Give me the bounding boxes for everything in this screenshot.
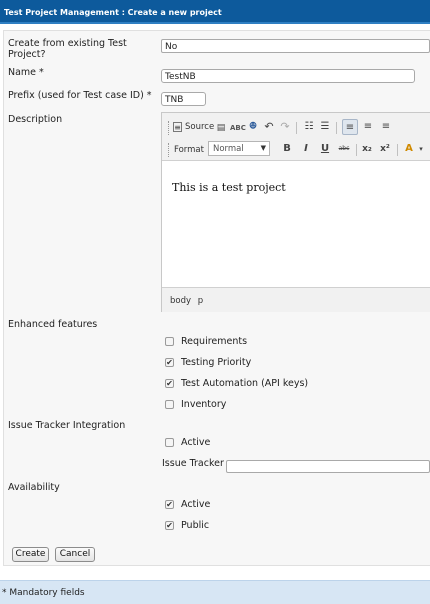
strikethrough-icon[interactable]: abc (338, 143, 350, 155)
create-from-existing-label: Create from existing Test Project? (8, 38, 127, 60)
description-label: Description (8, 114, 63, 125)
requirements-label: Requirements (181, 336, 248, 347)
test-automation-label: Test Automation (API keys) (181, 378, 309, 389)
format-select[interactable]: Normal ▼ (208, 141, 270, 156)
prefix-label: Prefix (used for Test case ID) * (8, 90, 152, 101)
availability-active-checkbox[interactable]: ✔ (165, 500, 174, 509)
inventory-label: Inventory (181, 399, 227, 410)
path-p[interactable]: p (198, 296, 203, 306)
editor-content-text: This is a test project (172, 181, 286, 194)
numbered-list-icon[interactable]: ☷ (303, 121, 315, 133)
issue-tracker-active-checkbox[interactable] (165, 438, 174, 447)
italic-icon[interactable]: I (300, 143, 312, 155)
format-select-value: Normal (213, 144, 244, 154)
create-button[interactable]: Create (12, 547, 49, 562)
toolbar-separator (356, 144, 357, 156)
issue-tracker-label: Issue Tracker (162, 458, 224, 469)
bold-icon[interactable]: B (281, 143, 293, 155)
name-label: Name * (8, 67, 44, 78)
inventory-checkbox[interactable] (165, 400, 174, 409)
issue-tracker-integration-label: Issue Tracker Integration (8, 420, 126, 431)
issue-tracker-select[interactable] (226, 460, 430, 473)
requirements-checkbox[interactable] (165, 337, 174, 346)
align-center-icon[interactable]: ≡ (362, 121, 374, 133)
chevron-down-icon: ▼ (260, 144, 266, 152)
underline-icon[interactable]: U (319, 143, 331, 155)
superscript-icon[interactable]: x² (379, 143, 391, 155)
toolbar-handle (168, 143, 170, 157)
availability-public-checkbox[interactable]: ✔ (165, 521, 174, 530)
editor-content[interactable]: This is a test project (162, 161, 430, 287)
toolbar-separator (397, 144, 398, 156)
test-automation-checkbox[interactable]: ✔ (165, 379, 174, 388)
create-from-existing-label-line2: Project? (8, 49, 46, 60)
mandatory-fields-note: * Mandatory fields (0, 580, 430, 604)
testing-priority-label: Testing Priority (181, 357, 252, 368)
spellcheck-icon[interactable]: ABC (230, 122, 246, 134)
testing-priority-checkbox[interactable]: ✔ (165, 358, 174, 367)
editor-path-bar: body p (162, 287, 430, 312)
align-left-icon[interactable]: ≡ (342, 119, 358, 135)
create-from-existing-select[interactable]: No (161, 39, 430, 53)
source-button[interactable]: Source (185, 122, 214, 132)
source-icon[interactable]: ≡ (173, 122, 182, 132)
enhanced-features-label: Enhanced features (8, 319, 98, 330)
undo-icon[interactable]: ↶ (263, 121, 275, 133)
align-right-icon[interactable]: ≡ (380, 121, 392, 133)
bulleted-list-icon[interactable]: ☰ (319, 121, 331, 133)
name-input[interactable]: TestNB (161, 69, 415, 83)
subscript-icon[interactable]: x₂ (361, 143, 373, 155)
paste-text-icon[interactable]: ▤ (215, 122, 227, 134)
text-color-icon[interactable]: A (403, 143, 415, 155)
issue-tracker-active-label: Active (181, 437, 211, 448)
path-body[interactable]: body (170, 296, 191, 306)
toolbar-separator (336, 122, 337, 134)
prefix-input[interactable]: TNB (161, 92, 206, 106)
availability-public-label: Public (181, 520, 210, 531)
cancel-button[interactable]: Cancel (55, 547, 95, 562)
create-from-existing-label-line1: Create from existing Test (8, 38, 127, 49)
find-icon[interactable]: ꔮ (247, 121, 259, 133)
toolbar-separator (296, 122, 297, 134)
toolbar-handle (168, 121, 170, 135)
availability-active-label: Active (181, 499, 211, 510)
description-editor: ≡ Source ▤ ABC ꔮ ↶ ↷ ☷ ☰ ≡ ≡ ≡ Format No… (161, 112, 430, 312)
page-title: Test Project Management : Create a new p… (0, 0, 430, 24)
chevron-down-icon[interactable]: ▾ (415, 143, 427, 155)
editor-toolbar: ≡ Source ▤ ABC ꔮ ↶ ↷ ☷ ☰ ≡ ≡ ≡ Format No… (162, 113, 430, 161)
format-label: Format (174, 145, 204, 155)
availability-label: Availability (8, 482, 60, 493)
redo-icon[interactable]: ↷ (279, 121, 291, 133)
